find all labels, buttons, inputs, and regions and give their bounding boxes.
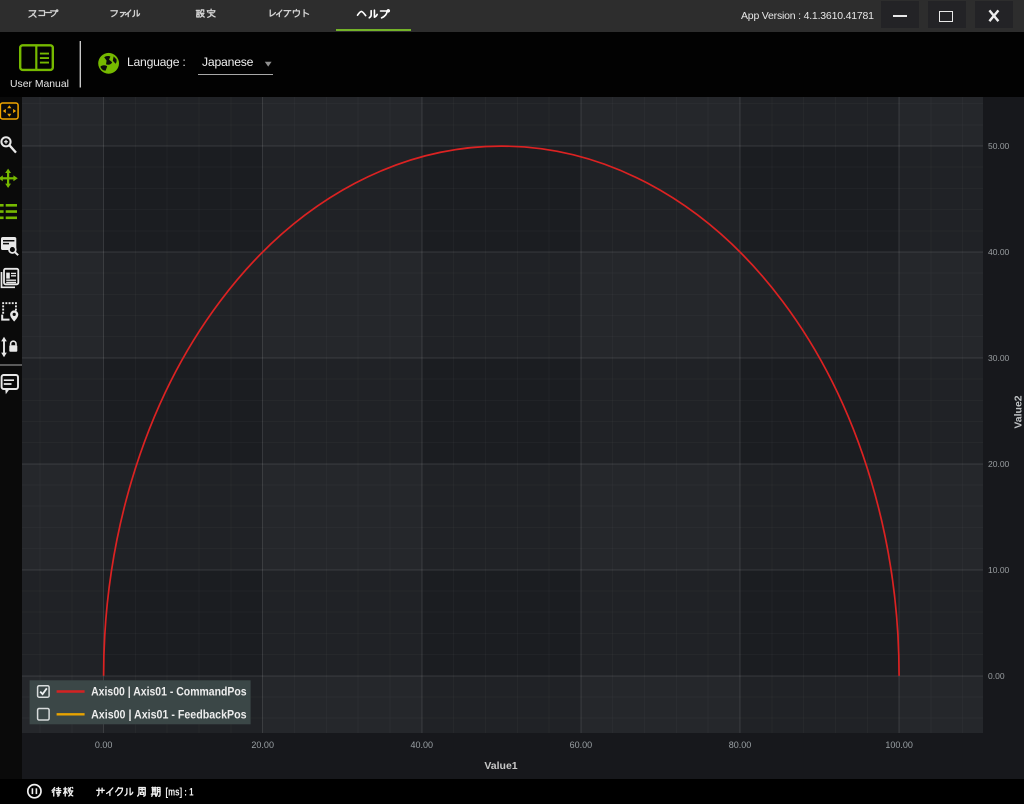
svg-text:0.00: 0.00	[95, 740, 113, 750]
svg-text:100.00: 100.00	[885, 740, 913, 750]
svg-text:10.00: 10.00	[988, 565, 1010, 575]
svg-text:0.00: 0.00	[988, 671, 1005, 681]
svg-text:20.00: 20.00	[251, 740, 274, 750]
svg-text:40.00: 40.00	[988, 247, 1010, 257]
svg-text:60.00: 60.00	[570, 740, 593, 750]
svg-text:Axis00 | Axis01 - FeedbackPos: Axis00 | Axis01 - FeedbackPos	[91, 708, 247, 722]
svg-text:30.00: 30.00	[988, 353, 1010, 363]
svg-text:Axis00 | Axis01 - CommandPos: Axis00 | Axis01 - CommandPos	[91, 685, 247, 699]
svg-text:[ms] : 1: [ms] : 1	[166, 787, 194, 799]
svg-text:40.00: 40.00	[411, 740, 434, 750]
svg-text:50.00: 50.00	[988, 141, 1010, 151]
svg-text:80.00: 80.00	[729, 740, 752, 750]
svg-text:Value1: Value1	[484, 760, 517, 772]
svg-text:Value2: Value2	[1013, 395, 1024, 428]
svg-text:20.00: 20.00	[988, 459, 1010, 469]
